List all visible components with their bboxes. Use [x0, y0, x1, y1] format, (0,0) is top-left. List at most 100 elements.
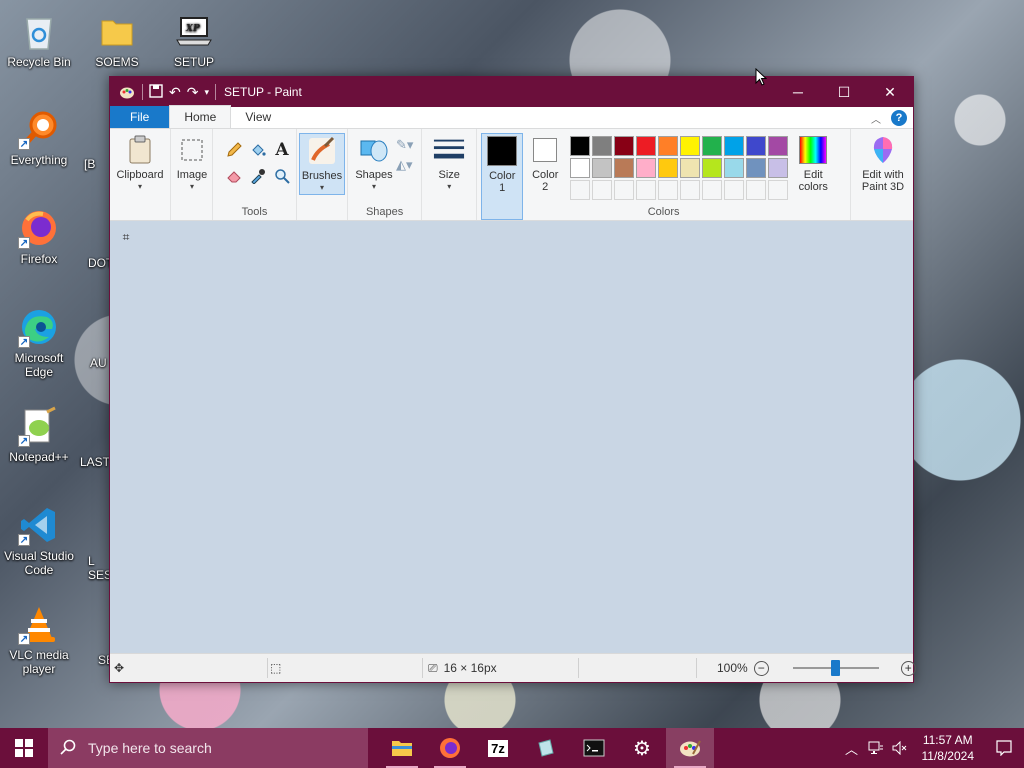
7zip-icon[interactable]: 7z [474, 728, 522, 768]
tab-file[interactable]: File [110, 106, 170, 128]
desktop-icon-everything[interactable]: ↗ Everything [1, 108, 77, 167]
image-button[interactable]: Image ▾ [171, 133, 213, 193]
palette-swatch-empty[interactable] [592, 180, 613, 200]
pencil-icon[interactable] [223, 139, 245, 161]
recycle-bin-icon [18, 10, 60, 52]
palette-swatch[interactable] [680, 136, 701, 156]
minimize-button[interactable]: ─ [775, 77, 821, 107]
chevron-up-icon[interactable]: ︿ [840, 739, 864, 758]
palette-swatch[interactable] [636, 136, 657, 156]
palette-swatch-empty[interactable] [746, 180, 767, 200]
shapes-button[interactable]: Shapes ▾ [352, 133, 396, 193]
clock-date: 11/8/2024 [921, 749, 975, 763]
desktop-icon-soems[interactable]: SOEMS [79, 10, 155, 69]
edit-with-paint3d-button[interactable]: Edit with Paint 3D [855, 133, 911, 193]
terminal-icon[interactable] [570, 728, 618, 768]
palette-swatch[interactable] [724, 136, 745, 156]
palette-swatch-empty[interactable] [636, 180, 657, 200]
eraser-icon[interactable] [223, 165, 245, 187]
chevron-down-icon: ▾ [189, 182, 194, 191]
notes-icon[interactable] [522, 728, 570, 768]
magnifier-icon[interactable] [271, 165, 293, 187]
zoom-slider-thumb[interactable] [830, 660, 840, 676]
desktop-icon-partial-label[interactable]: LAST [80, 455, 110, 469]
network-icon[interactable] [864, 741, 888, 755]
paint-icon[interactable] [666, 728, 714, 768]
palette-swatch[interactable] [680, 158, 701, 178]
title-bar[interactable]: ↶ ↷ ▾ SETUP - Paint ─ ☐ ✕ [110, 77, 913, 107]
palette-swatch-empty[interactable] [680, 180, 701, 200]
desktop-icon-recycle-bin[interactable]: Recycle Bin [1, 10, 77, 69]
clipboard-button[interactable]: Clipboard ▾ [114, 133, 166, 193]
palette-swatch[interactable] [570, 136, 591, 156]
vlc-icon: ↗ [18, 603, 60, 645]
taskbar-search[interactable]: Type here to search [48, 728, 368, 768]
firefox-icon[interactable] [426, 728, 474, 768]
palette-swatch-empty[interactable] [702, 180, 723, 200]
color1-swatch-frame [486, 134, 518, 168]
notification-center-icon[interactable] [984, 740, 1024, 756]
palette-swatch[interactable] [592, 136, 613, 156]
outline-icon[interactable]: ✎▾ [396, 137, 413, 153]
tab-view[interactable]: View [231, 106, 285, 128]
clock[interactable]: 11:57 AM 11/8/2024 [912, 732, 985, 764]
canvas-area[interactable]: ⌗ [110, 221, 913, 653]
palette-swatch[interactable] [768, 136, 789, 156]
collapse-ribbon-icon[interactable]: ︿ [871, 111, 881, 126]
desktop-icon-label: SETUP [173, 55, 214, 69]
fill-bucket-icon[interactable] [247, 139, 269, 161]
palette-swatch[interactable] [768, 158, 789, 178]
palette-swatch[interactable] [702, 158, 723, 178]
palette-swatch[interactable] [702, 136, 723, 156]
settings-icon[interactable]: ⚙ [618, 728, 666, 768]
desktop-icon-setup[interactable]: XP SETUP [156, 10, 232, 69]
file-explorer-icon[interactable] [378, 728, 426, 768]
save-icon[interactable] [149, 83, 163, 101]
palette-swatch[interactable] [636, 158, 657, 178]
desktop-icon-microsoft-edge[interactable]: ↗ Microsoft Edge [1, 306, 77, 379]
fill-icon[interactable]: ◭▾ [396, 157, 413, 173]
help-icon[interactable]: ? [891, 110, 907, 126]
volume-muted-icon[interactable] [888, 741, 912, 755]
desktop-icon-vscode[interactable]: ↗ Visual Studio Code [1, 504, 77, 577]
zoom-slider[interactable] [792, 660, 879, 676]
undo-icon[interactable]: ↶ [169, 84, 181, 101]
canvas-resize-handle-icon[interactable]: ⌗ [116, 227, 136, 247]
tab-home[interactable]: Home [169, 105, 232, 128]
color2-swatch [533, 138, 558, 162]
palette-swatch-empty[interactable] [658, 180, 679, 200]
paint-app-icon[interactable] [118, 83, 136, 101]
palette-swatch-empty[interactable] [614, 180, 635, 200]
brushes-label: Brushes [301, 170, 343, 182]
shortcut-arrow-icon: ↗ [18, 633, 30, 645]
palette-swatch[interactable] [746, 136, 767, 156]
size-button[interactable]: Size ▾ [426, 133, 472, 193]
palette-swatch[interactable] [614, 136, 635, 156]
palette-swatch-empty[interactable] [768, 180, 789, 200]
brushes-button[interactable]: Brushes ▾ [299, 133, 345, 195]
close-button[interactable]: ✕ [867, 77, 913, 107]
palette-swatch[interactable] [570, 158, 591, 178]
customize-qat-icon[interactable]: ▾ [204, 87, 209, 98]
zoom-in-button[interactable]: + [900, 660, 916, 676]
zoom-out-button[interactable]: − [753, 660, 769, 676]
maximize-button[interactable]: ☐ [821, 77, 867, 107]
palette-swatch-empty[interactable] [724, 180, 745, 200]
desktop-icon-label: Firefox [20, 252, 58, 266]
palette-swatch[interactable] [614, 158, 635, 178]
start-button[interactable] [0, 728, 48, 768]
palette-swatch[interactable] [658, 136, 679, 156]
desktop-icon-partial-label[interactable]: L SES [88, 554, 112, 582]
palette-swatch[interactable] [592, 158, 613, 178]
color-picker-icon[interactable] [247, 165, 269, 187]
desktop-icon-notepadpp[interactable]: ↗ Notepad++ [1, 405, 77, 464]
desktop-icon-firefox[interactable]: ↗ Firefox [1, 207, 77, 266]
text-icon[interactable]: A [271, 139, 293, 161]
palette-swatch[interactable] [658, 158, 679, 178]
edge-icon: ↗ [18, 306, 60, 348]
palette-swatch[interactable] [724, 158, 745, 178]
palette-swatch-empty[interactable] [570, 180, 591, 200]
desktop-icon-vlc[interactable]: ↗ VLC media player [1, 603, 77, 676]
palette-swatch[interactable] [746, 158, 767, 178]
redo-icon[interactable]: ↷ [187, 84, 199, 101]
